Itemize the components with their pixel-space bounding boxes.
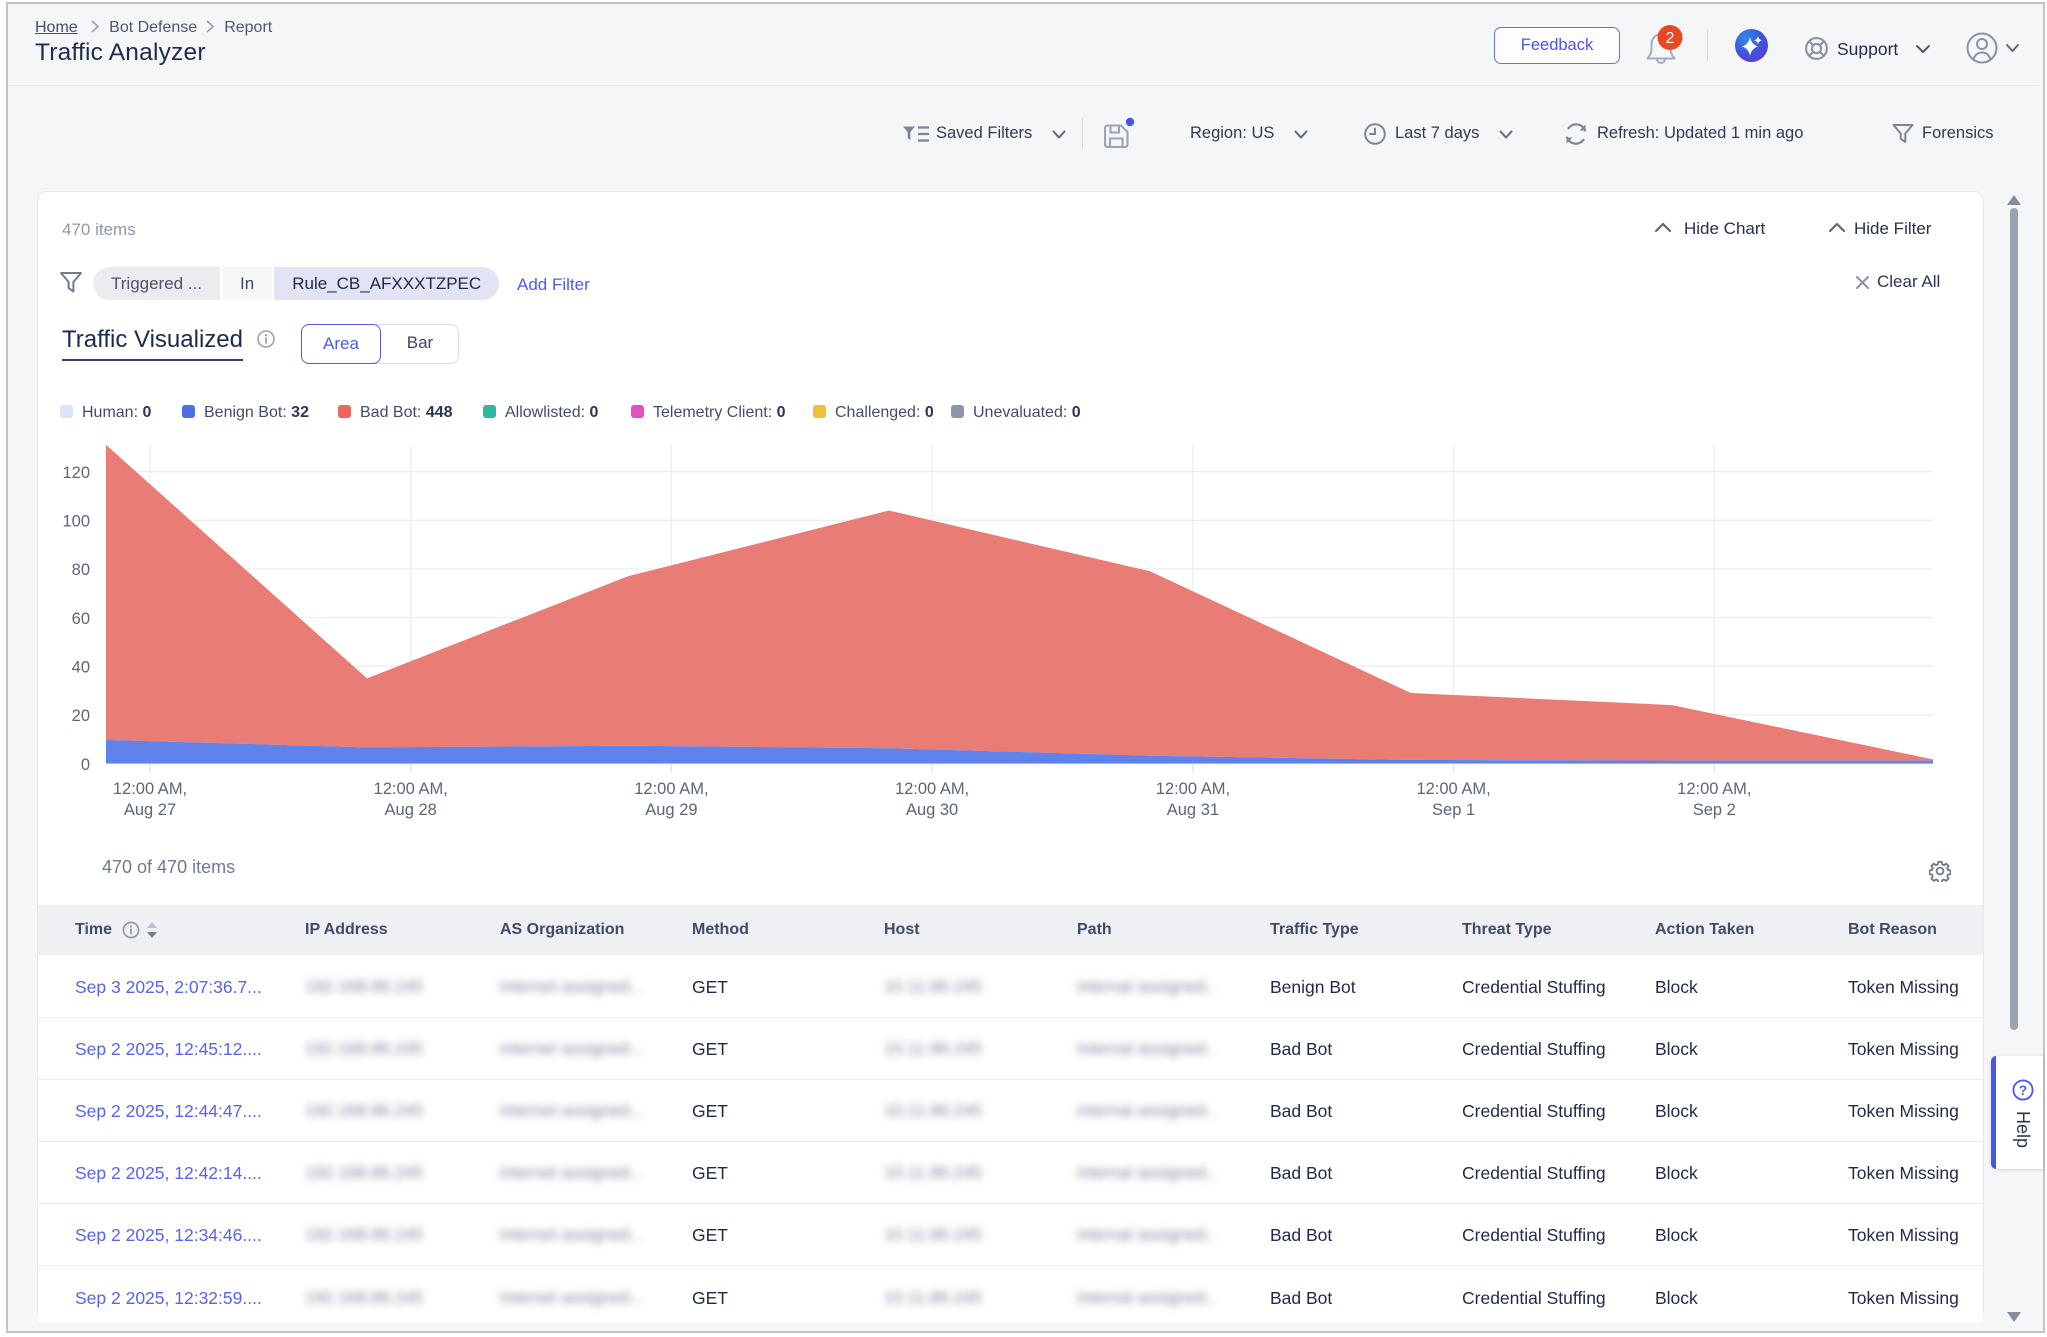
svg-text:Aug 31: Aug 31 (1167, 801, 1219, 819)
svg-text:Aug 27: Aug 27 (124, 801, 176, 819)
svg-text:2: 2 (1666, 30, 1675, 47)
svg-text:Sep 1: Sep 1 (1432, 801, 1475, 819)
svg-text:20: 20 (72, 707, 90, 725)
svg-text:0: 0 (81, 756, 90, 774)
svg-text:60: 60 (72, 610, 90, 628)
svg-text:Support: Support (1837, 39, 1898, 59)
svg-text:12:00 AM,: 12:00 AM, (895, 780, 969, 798)
svg-text:Aug 29: Aug 29 (645, 801, 697, 819)
svg-text:12:00 AM,: 12:00 AM, (374, 780, 448, 798)
svg-text:Sep 2: Sep 2 (1693, 801, 1736, 819)
svg-text:12:00 AM,: 12:00 AM, (634, 780, 708, 798)
svg-text:80: 80 (72, 561, 90, 579)
svg-text:12:00 AM,: 12:00 AM, (1156, 780, 1230, 798)
svg-text:12:00 AM,: 12:00 AM, (1416, 780, 1490, 798)
svg-text:12:00 AM,: 12:00 AM, (113, 780, 187, 798)
svg-text:120: 120 (62, 464, 90, 482)
svg-text:Aug 30: Aug 30 (906, 801, 958, 819)
svg-text:?: ? (2019, 1083, 2027, 1098)
svg-text:100: 100 (62, 513, 90, 531)
svg-text:40: 40 (72, 659, 90, 677)
svg-text:12:00 AM,: 12:00 AM, (1677, 780, 1751, 798)
svg-text:Aug 28: Aug 28 (385, 801, 437, 819)
